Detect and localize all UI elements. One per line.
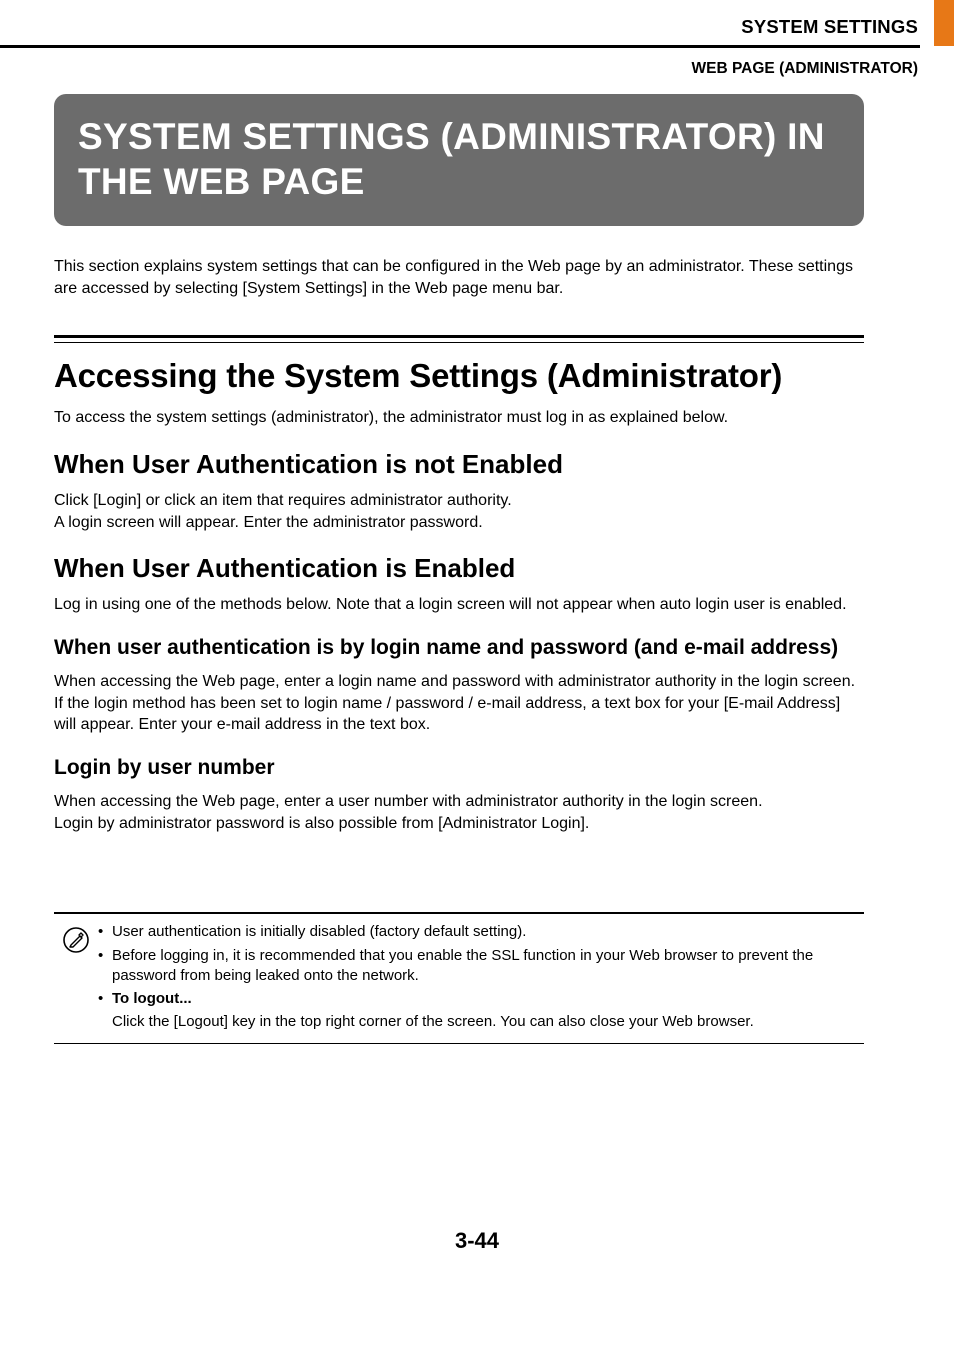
note-item-3: • To logout... [98,989,864,1009]
auth-not-enabled-heading: When User Authentication is not Enabled [54,449,864,480]
note-item-2: • Before logging in, it is recommended t… [98,946,864,987]
note-block: • User authentication is initially disab… [54,912,864,1043]
login-user-number-body: When accessing the Web page, enter a use… [54,791,864,834]
section-divider [54,335,864,343]
login-name-pw-heading: When user authentication is by login nam… [54,634,864,661]
auth-enabled-heading: When User Authentication is Enabled [54,553,864,584]
chapter-header: SYSTEM SETTINGS [741,16,918,38]
pencil-note-icon [62,926,90,954]
chapter-tab [934,0,954,46]
bullet-icon: • [98,946,112,987]
page-number: 3-44 [0,1228,954,1254]
header-rule [0,45,920,48]
auth-enabled-body: Log in using one of the methods below. N… [54,594,864,616]
note-item-1: • User authentication is initially disab… [98,922,864,942]
note-item-3-body: Click the [Logout] key in the top right … [98,1012,864,1032]
subsection-header: WEB PAGE (ADMINISTRATOR) [692,60,918,78]
bullet-icon: • [98,989,112,1009]
intro-paragraph: This section explains system settings th… [54,256,864,299]
bullet-icon: • [98,922,112,942]
note-rule-bottom [54,1043,864,1044]
note-item-1-text: User authentication is initially disable… [112,922,864,942]
note-item-2-text: Before logging in, it is recommended tha… [112,946,864,987]
auth-not-enabled-body: Click [Login] or click an item that requ… [54,490,864,533]
page-title: SYSTEM SETTINGS (ADMINISTRATOR) IN THE W… [78,114,840,204]
login-name-pw-body: When accessing the Web page, enter a log… [54,671,864,736]
page-title-box: SYSTEM SETTINGS (ADMINISTRATOR) IN THE W… [54,94,864,226]
accessing-heading: Accessing the System Settings (Administr… [54,357,864,395]
accessing-body: To access the system settings (administr… [54,407,864,429]
note-item-3-label: To logout... [112,989,864,1009]
login-user-number-heading: Login by user number [54,754,864,781]
